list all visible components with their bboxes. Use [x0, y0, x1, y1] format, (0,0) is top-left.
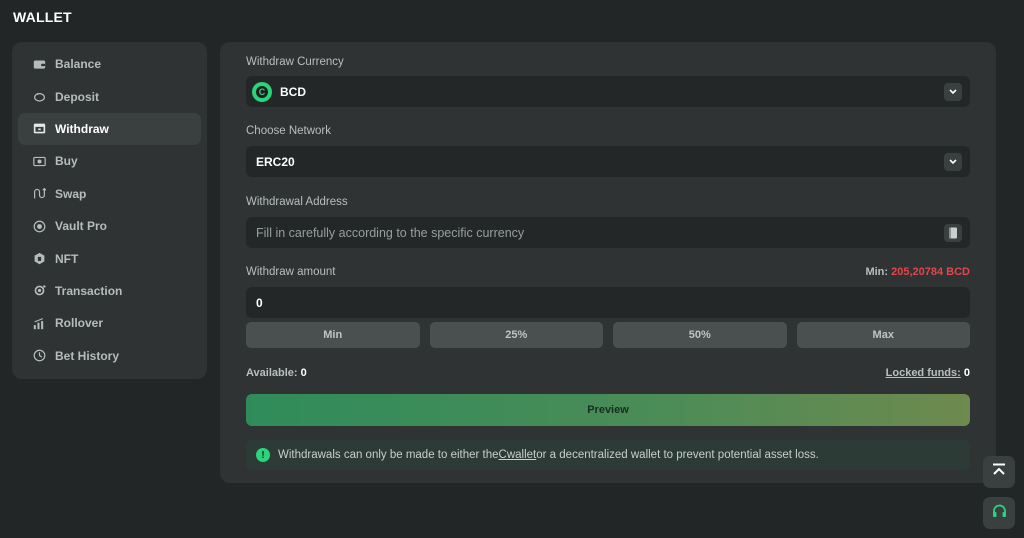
sidebar-item-label: Transaction — [55, 283, 123, 298]
address-placeholder: Fill in carefully according to the speci… — [256, 225, 525, 240]
amount-label: Withdraw amount — [246, 266, 336, 278]
sidebar-item-rollover[interactable]: Rollover — [18, 307, 201, 339]
available-value: 0 — [300, 367, 307, 379]
sidebar-item-deposit[interactable]: Deposit — [18, 80, 201, 112]
sidebar-item-vault-pro[interactable]: Vault Pro — [18, 210, 201, 242]
min-amount-value: 205,20784 BCD — [891, 266, 970, 278]
amount-value: 0 — [256, 295, 263, 310]
headphones-icon — [992, 504, 1007, 523]
rollover-icon — [32, 316, 46, 330]
network-select[interactable]: ERC20 — [246, 146, 970, 177]
scroll-to-top-icon — [992, 463, 1006, 482]
preview-button[interactable]: Preview — [246, 394, 970, 426]
wallet-sidebar: Balance Deposit Withdraw Buy Swap Vault … — [12, 42, 207, 379]
sidebar-item-label: Vault Pro — [55, 219, 108, 234]
exclamation-icon: ! — [256, 448, 270, 462]
network-label: Choose Network — [246, 125, 332, 137]
currency-label: Withdraw Currency — [246, 56, 344, 68]
sidebar-item-buy[interactable]: Buy — [18, 145, 201, 177]
sidebar-item-label: Bet History — [55, 348, 120, 363]
25-percent-button[interactable]: 25% — [429, 322, 603, 348]
amount-input[interactable]: 0 — [246, 287, 970, 318]
sidebar-item-label: Buy — [55, 154, 78, 169]
currency-select[interactable]: C BCD — [246, 76, 970, 107]
address-input[interactable]: Fill in carefully according to the speci… — [246, 217, 970, 248]
50-percent-button[interactable]: 50% — [613, 322, 787, 348]
address-book-icon[interactable] — [944, 223, 962, 242]
sidebar-item-label: Deposit — [55, 89, 100, 104]
address-label: Withdrawal Address — [246, 196, 348, 208]
sidebar-item-withdraw[interactable]: Withdraw — [18, 112, 201, 146]
sidebar-item-label: Withdraw — [55, 121, 109, 136]
sidebar-item-label: Rollover — [55, 316, 104, 331]
chevron-down-icon[interactable] — [944, 82, 962, 101]
quick-amount-buttons: Min 25% 50% Max — [246, 322, 970, 348]
wallet-icon — [32, 57, 46, 71]
bcd-coin-icon: C — [252, 81, 272, 102]
sidebar-item-swap[interactable]: Swap — [18, 178, 201, 210]
clock-icon — [32, 349, 46, 363]
withdraw-icon — [32, 122, 46, 136]
support-button[interactable] — [983, 497, 1015, 529]
scroll-top-button[interactable] — [983, 456, 1015, 488]
nft-icon — [32, 252, 46, 266]
cwallet-link[interactable]: Cwallet — [499, 449, 537, 461]
page-title: WALLET — [13, 9, 72, 25]
withdraw-panel: Withdraw Currency C BCD Choose Network E… — [220, 42, 996, 483]
sidebar-item-label: NFT — [55, 251, 79, 266]
piggy-bank-icon — [32, 90, 46, 104]
transaction-icon — [32, 284, 46, 298]
cash-icon — [32, 154, 46, 168]
sidebar-item-transaction[interactable]: Transaction — [18, 275, 201, 307]
vault-icon — [32, 219, 46, 233]
currency-value: BCD — [280, 84, 306, 99]
locked-funds: Locked funds: 0 — [886, 367, 970, 379]
available-balance: Available: 0 — [246, 367, 307, 379]
sidebar-item-nft[interactable]: NFT — [18, 242, 201, 274]
chevron-down-icon[interactable] — [944, 152, 962, 171]
locked-value: 0 — [963, 367, 970, 379]
sidebar-item-balance[interactable]: Balance — [18, 48, 201, 80]
min-button[interactable]: Min — [246, 322, 420, 348]
withdraw-notice: ! Withdrawals can only be made to either… — [246, 440, 970, 470]
sidebar-item-label: Balance — [55, 57, 102, 72]
sidebar-item-label: Swap — [55, 186, 87, 201]
max-button[interactable]: Max — [796, 322, 970, 348]
min-amount: Min: 205,20784 BCD — [865, 266, 970, 278]
swap-icon — [32, 187, 46, 201]
network-value: ERC20 — [256, 154, 295, 169]
locked-funds-link[interactable]: Locked funds: — [886, 367, 961, 379]
sidebar-item-bet-history[interactable]: Bet History — [18, 340, 201, 372]
